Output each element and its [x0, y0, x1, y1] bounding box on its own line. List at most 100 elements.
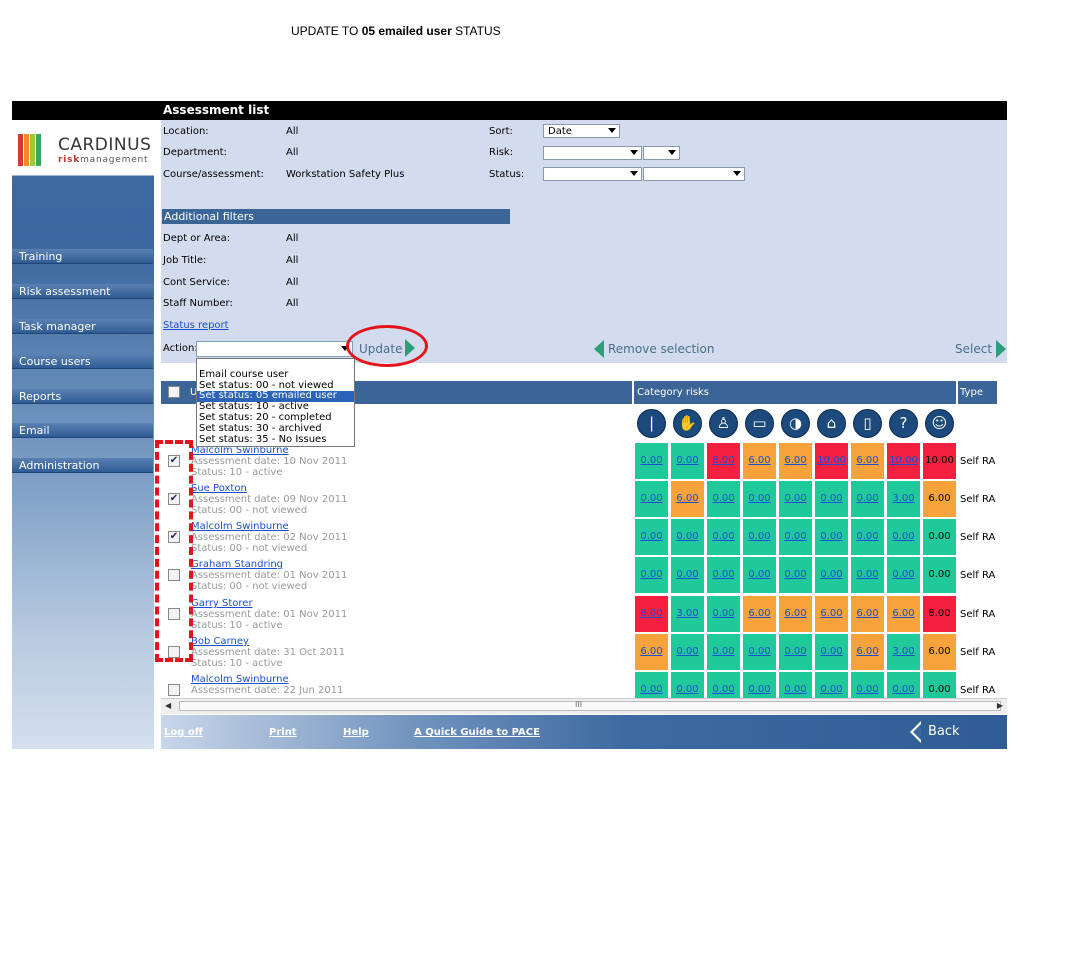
risk-score-cell[interactable]: 0.00 [635, 672, 668, 698]
nav-item-course-users[interactable]: Course users [12, 354, 153, 369]
risk-score-cell[interactable]: 0.00 [815, 672, 848, 698]
row-type: Self RA [960, 456, 996, 467]
assessment-status: Status: 00 - not viewed [191, 505, 308, 516]
risk-score-cell[interactable]: 3.00 [887, 634, 920, 670]
risk-score-cell[interactable]: 0.00 [887, 519, 920, 555]
risk-score-cell[interactable]: 0.00 [635, 443, 668, 479]
status-select-to[interactable] [643, 167, 745, 181]
risk-score-cell[interactable]: 6.00 [887, 596, 920, 632]
risk-score-cell[interactable]: 6.00 [779, 443, 812, 479]
scroll-left-icon[interactable]: ◀ [165, 701, 171, 710]
risk-score-cell[interactable]: 10.00 [887, 443, 920, 479]
risk-score-cell[interactable]: 0.00 [851, 557, 884, 593]
help-link[interactable]: Help [343, 727, 369, 738]
assessment-status: Status: 10 - active [191, 467, 283, 478]
risk-score-cell[interactable]: 0.00 [779, 519, 812, 555]
risk-total-cell: 6.00 [923, 481, 956, 517]
status-select-from[interactable] [543, 167, 642, 181]
risk-score-cell[interactable]: 0.00 [815, 519, 848, 555]
risk-score-cell[interactable]: 0.00 [671, 519, 704, 555]
nav-item-training[interactable]: Training [12, 249, 153, 264]
risk-score-cell[interactable]: 6.00 [635, 634, 668, 670]
risk-score-cell[interactable]: 0.00 [887, 672, 920, 698]
dropdown-option[interactable]: Set status: 35 - No Issues [197, 434, 354, 446]
risk-score-cell[interactable]: 6.00 [671, 481, 704, 517]
risk-score-cell[interactable]: 0.00 [779, 672, 812, 698]
risk-score-cell[interactable]: 0.00 [743, 634, 776, 670]
risk-score-cell[interactable]: 0.00 [743, 557, 776, 593]
risk-score-cell[interactable]: 0.00 [887, 557, 920, 593]
risk-score-cell[interactable]: 0.00 [743, 672, 776, 698]
risk-score-cell[interactable]: 6.00 [743, 443, 776, 479]
nav-item-email[interactable]: Email [12, 423, 153, 438]
status-report-link[interactable]: Status report [163, 320, 229, 331]
risk-score-cell[interactable]: 0.00 [671, 557, 704, 593]
risk-score-cell[interactable]: 0.00 [851, 481, 884, 517]
user-name-link[interactable]: Graham Standring [191, 559, 347, 570]
row-checkbox[interactable] [168, 684, 180, 696]
risk-score-cell[interactable]: 8.00 [707, 443, 740, 479]
risk-score-cell[interactable]: 0.00 [671, 634, 704, 670]
risk-score-cell[interactable]: 0.00 [815, 634, 848, 670]
question-icon: ? [889, 409, 918, 438]
user-name-link[interactable]: Sue Poxton [191, 483, 347, 494]
user-name-link[interactable]: Malcolm Swinburne [191, 521, 347, 532]
dropdown-option[interactable]: Set status: 30 - archived [197, 423, 354, 435]
risk-score-cell[interactable]: 0.00 [779, 481, 812, 517]
risk-score-cell[interactable]: 6.00 [779, 596, 812, 632]
risk-score-cell[interactable]: 0.00 [635, 557, 668, 593]
risk-score-cell[interactable]: 0.00 [743, 481, 776, 517]
risk-score-cell[interactable]: 3.00 [671, 596, 704, 632]
horizontal-scrollbar[interactable]: ◀ III ▶ [161, 698, 1007, 714]
risk-score-cell[interactable]: 10.00 [815, 443, 848, 479]
risk-score-cell[interactable]: 0.00 [851, 672, 884, 698]
risk-score-cell[interactable]: 0.00 [851, 519, 884, 555]
quick-guide-link[interactable]: A Quick Guide to PACE [414, 727, 540, 738]
risk-score-cell[interactable]: 6.00 [851, 596, 884, 632]
nav-item-task-manager[interactable]: Task manager [12, 319, 153, 334]
risk-score-cell[interactable]: 0.00 [707, 672, 740, 698]
user-name-link[interactable]: Malcolm Swinburne [191, 674, 343, 685]
sort-select[interactable]: Date [543, 124, 620, 138]
select-button[interactable]: Select [955, 342, 992, 356]
risk-score-cell[interactable]: 6.00 [851, 634, 884, 670]
dropdown-option[interactable]: Email course user [197, 369, 354, 381]
risk-select-to[interactable] [643, 146, 680, 160]
print-link[interactable]: Print [269, 727, 297, 738]
risk-score-cell[interactable]: 0.00 [815, 481, 848, 517]
risk-score-cell[interactable]: 0.00 [815, 557, 848, 593]
risk-score-cell[interactable]: 0.00 [707, 557, 740, 593]
remove-selection-button[interactable]: Remove selection [608, 342, 714, 356]
scroll-thumb[interactable]: III [179, 700, 1001, 711]
risk-select-from[interactable] [543, 146, 642, 160]
select-all-checkbox[interactable] [168, 386, 180, 398]
scroll-grip: III [575, 700, 583, 709]
risk-score-cell[interactable]: 0.00 [635, 519, 668, 555]
risk-score-cell[interactable]: 0.00 [743, 519, 776, 555]
risk-score-cell[interactable]: 0.00 [779, 634, 812, 670]
risk-score-cell[interactable]: 0.00 [671, 443, 704, 479]
risk-score-cell[interactable]: 0.00 [707, 596, 740, 632]
user-name-link[interactable]: Garry Storer [191, 598, 347, 609]
risk-score-cell[interactable]: 0.00 [635, 481, 668, 517]
risk-score-cell[interactable]: 6.00 [743, 596, 776, 632]
risk-score-cell[interactable]: 0.00 [671, 672, 704, 698]
scroll-right-icon[interactable]: ▶ [997, 701, 1003, 710]
action-select[interactable] [196, 341, 353, 357]
risk-score-cell[interactable]: 6.00 [851, 443, 884, 479]
risk-score-cell[interactable]: 0.00 [707, 519, 740, 555]
back-button[interactable]: Back [928, 724, 960, 739]
risk-score-cell[interactable]: 0.00 [707, 634, 740, 670]
nav-item-reports[interactable]: Reports [12, 389, 153, 404]
nav-item-risk-assessment[interactable]: Risk assessment [12, 284, 153, 299]
risk-score-cell[interactable]: 3.00 [887, 481, 920, 517]
risk-score-cell[interactable]: 0.00 [707, 481, 740, 517]
user-name-link[interactable]: Bob Carney [191, 636, 345, 647]
risk-score-cell[interactable]: 6.00 [815, 596, 848, 632]
risk-score-cell[interactable]: 0.00 [779, 557, 812, 593]
assessment-status: Status: 00 - not viewed [191, 581, 308, 592]
risk-score-cell[interactable]: 8.00 [635, 596, 668, 632]
log-off-link[interactable]: Log off [164, 727, 203, 738]
chevron-down-icon [630, 150, 638, 155]
nav-item-administration[interactable]: Administration [12, 458, 153, 473]
